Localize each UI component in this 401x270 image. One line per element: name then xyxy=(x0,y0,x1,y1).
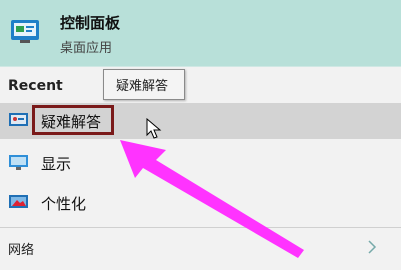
app-header[interactable]: 控制面板 桌面应用 xyxy=(0,0,401,67)
troubleshoot-highlight-box[interactable]: 疑难解答 xyxy=(32,105,114,135)
tooltip-text: 疑难解答 xyxy=(116,79,169,94)
troubleshoot-icon xyxy=(9,113,28,126)
divider xyxy=(0,227,401,228)
recent-item-label: 疑难解答 xyxy=(41,113,102,131)
app-subtitle: 桌面应用 xyxy=(60,41,113,56)
display-icon xyxy=(9,155,28,170)
chevron-right-icon[interactable] xyxy=(367,240,377,254)
recent-item-label: 显示 xyxy=(41,155,72,173)
mouse-cursor-icon xyxy=(146,118,162,139)
app-title: 控制面板 xyxy=(60,14,121,32)
recent-item-display[interactable]: 显示 xyxy=(0,145,401,181)
control-panel-icon xyxy=(11,20,39,43)
network-label[interactable]: 网络 xyxy=(8,239,34,258)
recent-item-label: 个性化 xyxy=(41,195,87,213)
tooltip: 疑难解答 xyxy=(103,69,185,100)
personalize-icon xyxy=(9,195,28,208)
recent-item-personalize[interactable]: 个性化 xyxy=(0,185,401,221)
recent-section-label: Recent xyxy=(8,78,63,94)
